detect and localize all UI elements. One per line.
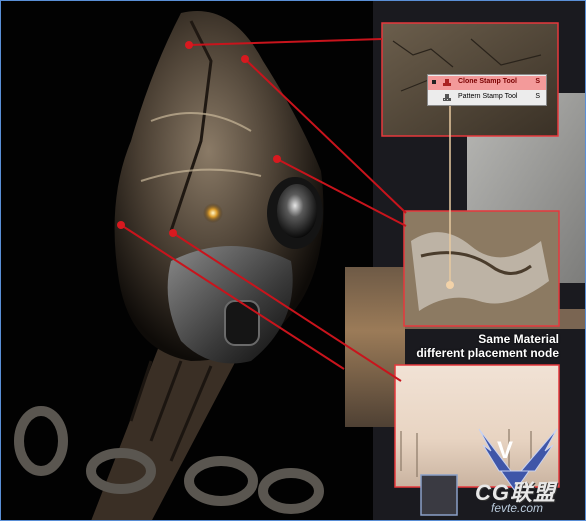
tool-label: Pattern Stamp Tool: [458, 93, 518, 100]
tool-label: Clone Stamp Tool: [458, 78, 517, 85]
clone-stamp-icon: [443, 79, 451, 86]
artwork-canvas: Clone Stamp Tool S Pattern Stamp Tool S …: [0, 0, 586, 521]
robot-lens: [277, 184, 317, 238]
logo-emblem: [420, 474, 458, 516]
logo-letter: V: [497, 437, 514, 464]
selected-bullet-icon: [432, 80, 436, 84]
pattern-stamp-icon: [443, 94, 451, 101]
robot-neck: [91, 341, 241, 520]
tool-menu-item-pattern-stamp[interactable]: Pattern Stamp Tool S: [428, 91, 546, 105]
caption-line-1: Same Material: [478, 332, 559, 346]
tool-shortcut: S: [535, 78, 540, 85]
tool-shortcut: S: [535, 93, 540, 100]
logo-site: fevte.com: [491, 501, 544, 515]
clone-source-dot: [446, 281, 454, 289]
mask-filter: [224, 300, 260, 346]
tool-menu-item-clone-stamp[interactable]: Clone Stamp Tool S: [428, 76, 546, 90]
caption-line-2: different placement node: [416, 346, 559, 360]
stamp-tool-flyout: Clone Stamp Tool S Pattern Stamp Tool S: [427, 74, 547, 106]
robot-eye: [203, 203, 223, 223]
